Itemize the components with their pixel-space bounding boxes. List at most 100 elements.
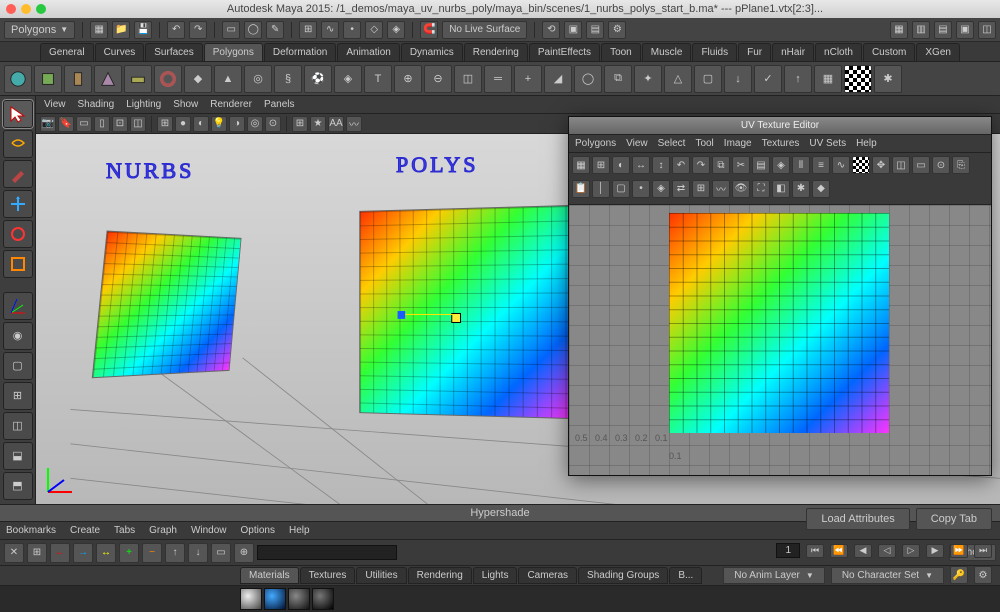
material-swatch[interactable] [264,588,286,610]
paint-select-tool[interactable] [3,160,33,188]
tab-deformation[interactable]: Deformation [264,43,336,61]
tab-animation[interactable]: Animation [337,43,399,61]
poly-pipe-icon[interactable]: ◎ [244,65,272,93]
hs-menu-options[interactable]: Options [241,525,275,536]
vp-gate-mask-icon[interactable]: ◫ [130,116,146,132]
snap-live-icon[interactable]: ◈ [387,21,405,39]
vp-wireframe-icon[interactable]: ⊞ [157,116,173,132]
open-scene-icon[interactable]: 📁 [112,21,130,39]
poly-normals-icon[interactable]: ↑ [784,65,812,93]
poly-type-icon[interactable]: T [364,65,392,93]
uv-dim-icon[interactable]: ◐ [612,156,630,174]
step-back-key-icon[interactable]: ⏪ [830,544,848,558]
uv-flip-v-icon[interactable]: ↕ [652,156,670,174]
redo-icon[interactable]: ↷ [189,21,207,39]
snap-point-icon[interactable]: • [343,21,361,39]
single-persp-icon[interactable]: ▢ [3,352,33,380]
uv-menu-polygons[interactable]: Polygons [575,138,616,149]
hs-menu-window[interactable]: Window [191,525,227,536]
uv-select-face-icon[interactable]: ▢ [612,180,630,198]
poly-uv-icon[interactable]: ▦ [814,65,842,93]
uv-distort-icon[interactable]: ◧ [772,180,790,198]
vp-menu-view[interactable]: View [44,99,66,110]
tab-painteffects[interactable]: PaintEffects [529,43,600,61]
vp-menu-lighting[interactable]: Lighting [126,99,161,110]
uv-editor-title[interactable]: UV Texture Editor [569,117,991,135]
uv-shell-icon[interactable]: ◫ [892,156,910,174]
vp-menu-shading[interactable]: Shading [78,99,115,110]
select-icon[interactable]: ▭ [222,21,240,39]
current-frame[interactable]: 1 [776,543,800,558]
material-swatch[interactable] [312,588,334,610]
uv-select-shell-icon[interactable]: ◈ [652,180,670,198]
tab-dynamics[interactable]: Dynamics [401,43,463,61]
outliner-persp-icon[interactable]: ◫ [3,412,33,440]
step-forward-icon[interactable]: ▶ [926,544,944,558]
uv-grid-icon[interactable]: ⊞ [592,156,610,174]
render-settings-icon[interactable]: ⚙ [608,21,626,39]
uv-relax-icon[interactable]: ∿ [832,156,850,174]
zoom-icon[interactable] [36,4,46,14]
hs-tab-utilities[interactable]: Utilities [356,567,406,584]
uv-misc-icon[interactable]: ✱ [792,180,810,198]
uv-checker-icon[interactable] [852,156,870,174]
hs-menu-bookmarks[interactable]: Bookmarks [6,525,56,536]
poly-quad-icon[interactable]: ▢ [694,65,722,93]
panel-layout-icon[interactable]: ▦ [890,21,908,39]
hs-add-icon[interactable]: + [119,543,139,563]
four-view-icon[interactable]: ⊞ [3,382,33,410]
minimize-icon[interactable] [21,4,31,14]
uv-select-edge-icon[interactable]: │ [592,180,610,198]
uv-border-icon[interactable]: ▭ [912,156,930,174]
uv-copy-icon[interactable]: ⎘ [952,156,970,174]
hs-tab-shadinggroups[interactable]: Shading Groups [578,567,668,584]
go-to-end-icon[interactable]: ⏭ [974,544,992,558]
vp-menu-show[interactable]: Show [173,99,198,110]
live-surface-icon[interactable]: 🧲 [420,21,438,39]
scale-tool[interactable] [3,250,33,278]
panel-layout-icon[interactable]: ▤ [934,21,952,39]
uv-texture-display[interactable] [669,213,889,433]
ipr-icon[interactable]: ▤ [586,21,604,39]
uv-texture-editor-panel[interactable]: UV Texture Editor Polygons View Select T… [568,116,992,476]
tab-general[interactable]: General [40,43,94,61]
uv-rotate-cw-icon[interactable]: ↷ [692,156,710,174]
hs-tab-rendering[interactable]: Rendering [408,567,472,584]
tab-polygons[interactable]: Polygons [204,43,263,61]
vp-select-camera-icon[interactable]: 📷 [40,116,56,132]
tab-nhair[interactable]: nHair [772,43,814,61]
uv-snapshot-icon[interactable]: ▦ [572,156,590,174]
vp-isolate-icon[interactable]: ⊙ [265,116,281,132]
vp-textured-icon[interactable]: ◐ [193,116,209,132]
window-controls[interactable] [6,4,46,14]
hs-menu-tabs[interactable]: Tabs [114,525,135,536]
polys-plane[interactable] [359,205,570,419]
step-back-icon[interactable]: ◀ [854,544,872,558]
uv-menu-tool[interactable]: Tool [695,138,713,149]
vp-aa-icon[interactable]: AA [328,116,344,132]
uv-menu-uvsets[interactable]: UV Sets [809,138,846,149]
uv-menu-textures[interactable]: Textures [762,138,800,149]
poly-triangulate-icon[interactable]: △ [664,65,692,93]
snap-grid-icon[interactable]: ⊞ [299,21,317,39]
poly-mirror-icon[interactable]: ⧉ [604,65,632,93]
copy-tab-button[interactable]: Copy Tab [916,508,992,530]
hs-tab-textures[interactable]: Textures [300,567,356,584]
paint-icon[interactable]: ✎ [266,21,284,39]
uv-menu-select[interactable]: Select [658,138,686,149]
anim-layer-dropdown[interactable]: No Anim Layer ▼ [723,567,825,584]
uv-unfold-icon[interactable]: ◈ [772,156,790,174]
poly-sculpt-icon[interactable]: ✦ [634,65,662,93]
poly-extrude-icon[interactable]: ◫ [454,65,482,93]
load-attributes-button[interactable]: Load Attributes [806,508,909,530]
nurbs-plane[interactable] [92,230,242,378]
undo-icon[interactable]: ↶ [167,21,185,39]
no-live-surface-button[interactable]: No Live Surface [442,21,527,39]
new-scene-icon[interactable]: ▦ [90,21,108,39]
hs-search-input[interactable] [257,545,397,560]
uv-layout-icon[interactable]: ▤ [752,156,770,174]
vp-shadows-icon[interactable]: ◑ [229,116,245,132]
poly-bridge-icon[interactable]: ═ [484,65,512,93]
tab-fur[interactable]: Fur [738,43,771,61]
poly-torus-icon[interactable] [154,65,182,93]
